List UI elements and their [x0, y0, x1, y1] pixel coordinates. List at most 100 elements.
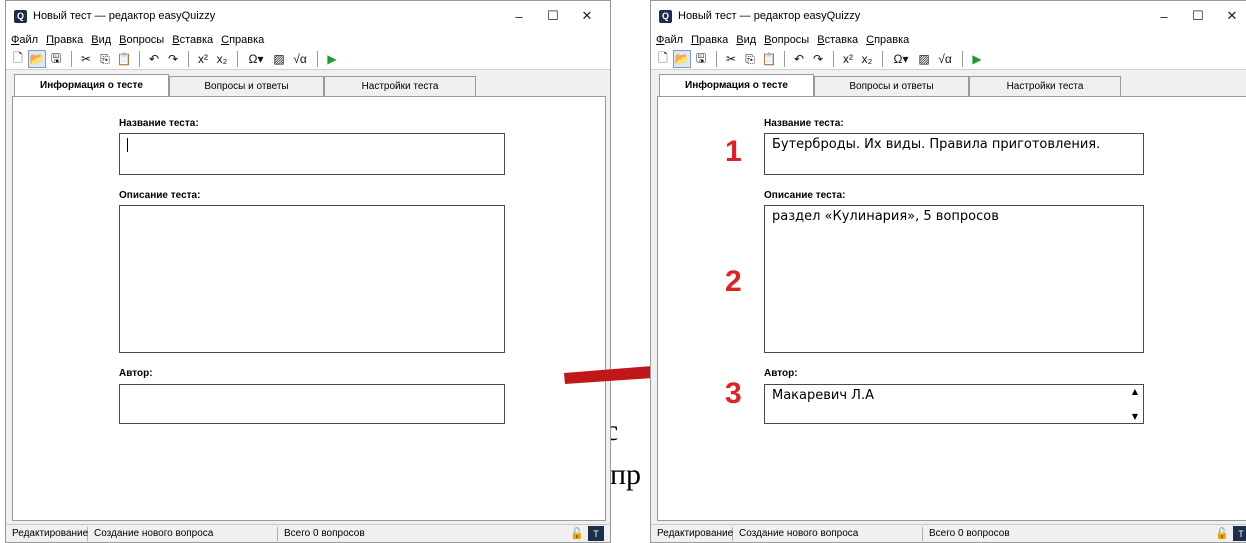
subscript-icon[interactable]: x₂ — [213, 50, 231, 68]
minimize-button[interactable]: – — [1147, 1, 1181, 31]
new-icon[interactable]: 🗋 — [9, 50, 27, 68]
minimize-button[interactable]: – — [502, 1, 536, 31]
formula-icon[interactable]: √α — [289, 50, 311, 68]
title-bar: Q Новый тест — редактор easyQuizzy – ☐ ✕ — [6, 1, 610, 31]
menu-file[interactable]: Файл — [656, 34, 683, 46]
author-scrollbar[interactable]: ▲ ▼ — [1130, 387, 1140, 421]
menu-view[interactable]: Вид — [91, 34, 111, 46]
test-name-label: Название теста: — [764, 118, 844, 129]
run-icon[interactable]: ▶ — [323, 50, 341, 68]
step-marker-1: 1 — [725, 135, 742, 168]
app-logo-icon: Q — [14, 9, 27, 23]
paste-icon[interactable]: 📋 — [115, 50, 133, 68]
menu-questions[interactable]: Вопросы — [119, 34, 164, 46]
editor-window-empty: Q Новый тест — редактор easyQuizzy – ☐ ✕… — [5, 0, 611, 543]
test-description-field[interactable] — [119, 205, 505, 353]
step-marker-2: 2 — [725, 265, 742, 298]
save-icon[interactable]: 🖫 — [47, 50, 65, 68]
status-action: Создание нового вопроса — [733, 526, 923, 541]
menu-file[interactable]: Файл — [11, 34, 38, 46]
author-value: Макаревич Л.А — [772, 388, 874, 403]
toolbar-separator — [188, 51, 189, 67]
app-logo-icon: Q — [659, 9, 672, 23]
toolbar: 🗋 📂 🖫 ✂ ⎘ 📋 ↶ ↷ x² x₂ Ω▾ ▨ √α ▶ — [651, 49, 1246, 70]
superscript-icon[interactable]: x² — [194, 50, 212, 68]
new-icon[interactable]: 🗋 — [654, 50, 672, 68]
lock-icon[interactable]: 🔓 — [1214, 526, 1230, 541]
lock-icon[interactable]: 🔓 — [569, 526, 585, 541]
test-info-panel: Название теста: Бутерброды. Их виды. Пра… — [657, 96, 1246, 521]
toolbar-separator — [716, 51, 717, 67]
scroll-down-icon[interactable]: ▼ — [1132, 412, 1138, 421]
undo-icon[interactable]: ↶ — [790, 50, 808, 68]
toolbar-separator — [784, 51, 785, 67]
scroll-up-icon[interactable]: ▲ — [1132, 387, 1138, 396]
paste-icon[interactable]: 📋 — [760, 50, 778, 68]
tab-test-settings[interactable]: Настройки теста — [969, 76, 1121, 96]
test-name-field[interactable] — [119, 133, 505, 175]
toolbar-separator — [139, 51, 140, 67]
image-icon[interactable]: ▨ — [915, 50, 933, 68]
test-description-field[interactable]: раздел «Кулинария», 5 вопросов — [764, 205, 1144, 353]
cut-icon[interactable]: ✂ — [77, 50, 95, 68]
title-bar: Q Новый тест — редактор easyQuizzy – ☐ ✕ — [651, 1, 1246, 31]
omega-icon[interactable]: Ω▾ — [243, 50, 269, 68]
author-field[interactable]: Макаревич Л.А ▲ ▼ — [764, 384, 1144, 424]
status-bar: Редактирование Создание нового вопроса В… — [6, 524, 610, 542]
undo-icon[interactable]: ↶ — [145, 50, 163, 68]
cut-icon[interactable]: ✂ — [722, 50, 740, 68]
editor-window-filled: Q Новый тест — редактор easyQuizzy – ☐ ✕… — [650, 0, 1246, 543]
image-icon[interactable]: ▨ — [270, 50, 288, 68]
superscript-icon[interactable]: x² — [839, 50, 857, 68]
toolbar-separator — [237, 51, 238, 67]
status-mode: Редактирование — [6, 526, 88, 541]
window-title: Новый тест — редактор easyQuizzy — [33, 10, 216, 22]
open-icon[interactable]: 📂 — [28, 50, 46, 68]
test-description-label: Описание теста: — [119, 190, 201, 201]
tab-strip: Информация о тесте Вопросы и ответы Наст… — [659, 74, 1121, 96]
close-button[interactable]: ✕ — [570, 1, 604, 31]
test-name-field[interactable]: Бутерброды. Их виды. Правила приготовлен… — [764, 133, 1144, 175]
subscript-icon[interactable]: x₂ — [858, 50, 876, 68]
info-icon[interactable]: T — [588, 526, 604, 541]
menu-help[interactable]: Справка — [221, 34, 264, 46]
author-field[interactable] — [119, 384, 505, 424]
tab-test-settings[interactable]: Настройки теста — [324, 76, 476, 96]
maximize-button[interactable]: ☐ — [536, 1, 570, 31]
tab-questions-answers[interactable]: Вопросы и ответы — [814, 76, 969, 96]
menu-edit[interactable]: Правка — [691, 34, 728, 46]
menu-bar: Файл Правка Вид Вопросы Вставка Справка — [6, 31, 610, 49]
copy-icon[interactable]: ⎘ — [741, 50, 759, 68]
toolbar-separator — [317, 51, 318, 67]
tab-test-info[interactable]: Информация о тесте — [659, 74, 814, 96]
formula-icon[interactable]: √α — [934, 50, 956, 68]
open-icon[interactable]: 📂 — [673, 50, 691, 68]
tab-strip: Информация о тесте Вопросы и ответы Наст… — [14, 74, 476, 96]
author-label: Автор: — [119, 368, 153, 379]
redo-icon[interactable]: ↷ — [809, 50, 827, 68]
omega-icon[interactable]: Ω▾ — [888, 50, 914, 68]
toolbar-separator — [833, 51, 834, 67]
tab-questions-answers[interactable]: Вопросы и ответы — [169, 76, 324, 96]
toolbar-separator — [962, 51, 963, 67]
status-bar: Редактирование Создание нового вопроса В… — [651, 524, 1246, 542]
copy-icon[interactable]: ⎘ — [96, 50, 114, 68]
redo-icon[interactable]: ↷ — [164, 50, 182, 68]
status-action: Создание нового вопроса — [88, 526, 278, 541]
close-button[interactable]: ✕ — [1215, 1, 1246, 31]
test-description-label: Описание теста: — [764, 190, 846, 201]
run-icon[interactable]: ▶ — [968, 50, 986, 68]
menu-questions[interactable]: Вопросы — [764, 34, 809, 46]
tab-test-info[interactable]: Информация о тесте — [14, 74, 169, 96]
toolbar-separator — [71, 51, 72, 67]
save-icon[interactable]: 🖫 — [692, 50, 710, 68]
test-info-panel: Название теста: Описание теста: Автор: — [12, 96, 606, 521]
menu-view[interactable]: Вид — [736, 34, 756, 46]
status-question-count: Всего 0 вопросов — [284, 528, 365, 539]
maximize-button[interactable]: ☐ — [1181, 1, 1215, 31]
menu-edit[interactable]: Правка — [46, 34, 83, 46]
menu-insert[interactable]: Вставка — [817, 34, 858, 46]
menu-help[interactable]: Справка — [866, 34, 909, 46]
info-icon[interactable]: T — [1233, 526, 1246, 541]
menu-insert[interactable]: Вставка — [172, 34, 213, 46]
